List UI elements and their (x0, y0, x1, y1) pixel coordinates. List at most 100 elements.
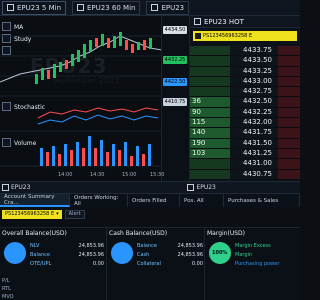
dom-row[interactable]: 4433.00 (190, 76, 300, 88)
dom-buy-qty[interactable] (190, 46, 230, 56)
tab-epu23-60min[interactable]: EPU23 60 Min (72, 0, 141, 15)
dom-table[interactable]: 4433.75 4433.50 4433.25 4433.00 4432.75 36 443… (190, 46, 300, 180)
subtab-purchases-sales[interactable]: Purchases & Sales (224, 194, 300, 207)
dom-panel[interactable]: EPU23 HOT PS123456963258 E 4433.75 4433.5… (190, 16, 300, 181)
dom-sell-qty[interactable] (278, 159, 300, 169)
dom-price[interactable]: 4431.00 (230, 159, 278, 169)
dom-sell-qty[interactable] (278, 169, 300, 179)
tab-checkbox[interactable] (7, 4, 14, 11)
dom-buy-qty[interactable]: 90 (190, 107, 230, 118)
bottom-tab[interactable]: EPU23 (187, 184, 216, 191)
dom-price[interactable]: 4431.25 (230, 148, 278, 159)
volume-bar (46, 152, 49, 166)
tab-checkbox[interactable] (151, 4, 159, 11)
chart-panel[interactable]: EPU23 September 2023 MA Study Stochastic… (0, 16, 190, 181)
account-dropdown[interactable]: PS123456963258 E ▾ (2, 209, 62, 219)
dom-price[interactable]: 4433.25 (230, 66, 278, 76)
dom-row[interactable]: 190 4431.50 (190, 138, 300, 149)
dom-sell-qty[interactable] (278, 118, 300, 128)
candle (107, 38, 110, 48)
dom-buy-qty[interactable] (190, 87, 230, 97)
dom-sell-qty[interactable] (278, 87, 300, 97)
dom-price[interactable]: 4433.00 (230, 76, 278, 87)
x-tick: 14:00 (58, 172, 73, 178)
dom-row[interactable]: 90 4432.25 (190, 107, 300, 119)
dom-checkbox[interactable] (194, 18, 201, 25)
dom-sell-qty[interactable] (278, 128, 300, 138)
overall-donut (4, 242, 26, 264)
dom-price[interactable]: 4433.50 (230, 56, 278, 66)
cash-v0: 24,853.96 (177, 243, 203, 249)
dom-buy-qty[interactable] (190, 66, 230, 76)
margin-panel: Margin(USD) 100% Margin Excess Margin Pu… (204, 227, 300, 300)
dom-buy-qty[interactable] (190, 159, 230, 169)
dom-sell-qty[interactable] (278, 138, 300, 148)
candle (119, 32, 122, 46)
overall-v2: 0.00 (92, 261, 104, 267)
volume-bar (124, 142, 127, 166)
subtab-positions[interactable]: Pos. All (180, 194, 224, 207)
dom-buy-qty[interactable]: 140 (190, 128, 230, 138)
dom-sell-qty[interactable] (278, 107, 300, 118)
dom-row[interactable]: 140 4431.75 (190, 128, 300, 139)
x-tick: 15:00 (122, 172, 137, 178)
subtab-orders-filled[interactable]: Orders Filled (128, 194, 180, 207)
dom-sell-qty[interactable] (278, 66, 300, 76)
dom-row[interactable]: 103 4431.25 (190, 148, 300, 160)
overall-title: Overall Balance(USD) (2, 230, 67, 237)
dom-row[interactable]: 115 4432.00 (190, 118, 300, 129)
candle (83, 44, 86, 58)
dom-row[interactable]: 4433.75 (190, 46, 300, 57)
dom-price[interactable]: 4432.50 (230, 97, 278, 107)
dom-row[interactable]: 4433.50 (190, 56, 300, 67)
dom-sell-qty[interactable] (278, 56, 300, 66)
tab-epu23-5min[interactable]: EPU23 5 Min (2, 0, 66, 15)
dom-price[interactable]: 4431.50 (230, 138, 278, 148)
candle (113, 36, 116, 48)
subtab-account-summary[interactable]: Account Summary Cra... (0, 194, 70, 207)
bottom-tab-label: EPU23 (11, 184, 31, 191)
candle (47, 70, 50, 79)
margin-k2: Purchasing power (235, 261, 280, 267)
dom-buy-qty[interactable] (190, 169, 230, 179)
margin-pct: 100% (212, 250, 228, 256)
dom-buy-qty[interactable] (190, 76, 230, 87)
dom-price[interactable]: 4431.75 (230, 128, 278, 138)
dom-price[interactable]: 4433.75 (230, 46, 278, 56)
dom-price[interactable]: 4432.00 (230, 118, 278, 128)
volume-bar (136, 146, 139, 166)
bottom-tab[interactable]: EPU23 (2, 184, 30, 191)
alert-button[interactable]: Alert (64, 209, 85, 219)
dom-row[interactable]: 4431.00 (190, 159, 300, 170)
bottom-tabs: EPU23 EPU23 (0, 181, 300, 194)
dom-account-selector[interactable]: PS123456963258 E (193, 31, 297, 41)
dom-sell-qty[interactable] (278, 97, 300, 107)
dom-sell-qty[interactable] (278, 46, 300, 56)
dom-buy-qty[interactable]: 190 (190, 138, 230, 148)
dom-price[interactable]: 4430.75 (230, 169, 278, 179)
dom-sell-qty[interactable] (278, 148, 300, 159)
candle (77, 50, 80, 62)
overall-k2: OTE/UPL (30, 261, 52, 267)
dom-row[interactable]: 4433.25 (190, 66, 300, 77)
dom-row[interactable]: 4430.75 (190, 169, 300, 180)
volume-bar (130, 156, 133, 166)
tab-checkbox[interactable] (2, 184, 9, 191)
dom-sell-qty[interactable] (278, 76, 300, 87)
subtab-orders-working[interactable]: Orders Working: All (70, 194, 128, 207)
tab-epu23[interactable]: EPU23 (146, 0, 190, 15)
price-tag: 4434.50 (163, 26, 187, 34)
dom-row[interactable]: 36 4432.50 (190, 97, 300, 108)
dom-buy-qty[interactable] (190, 56, 230, 66)
dom-buy-qty[interactable]: 115 (190, 118, 230, 128)
dom-price[interactable]: 4432.75 (230, 87, 278, 97)
dom-buy-qty[interactable]: 36 (190, 97, 230, 107)
cash-k2: Collateral (137, 261, 161, 267)
dom-price[interactable]: 4432.25 (230, 107, 278, 118)
bottom-tab-label: EPU23 (196, 184, 216, 191)
tab-checkbox[interactable] (187, 184, 195, 191)
dom-row[interactable]: 4432.75 (190, 87, 300, 98)
dom-buy-qty[interactable]: 103 (190, 148, 230, 159)
candle (53, 64, 56, 78)
tab-checkbox[interactable] (77, 4, 84, 11)
